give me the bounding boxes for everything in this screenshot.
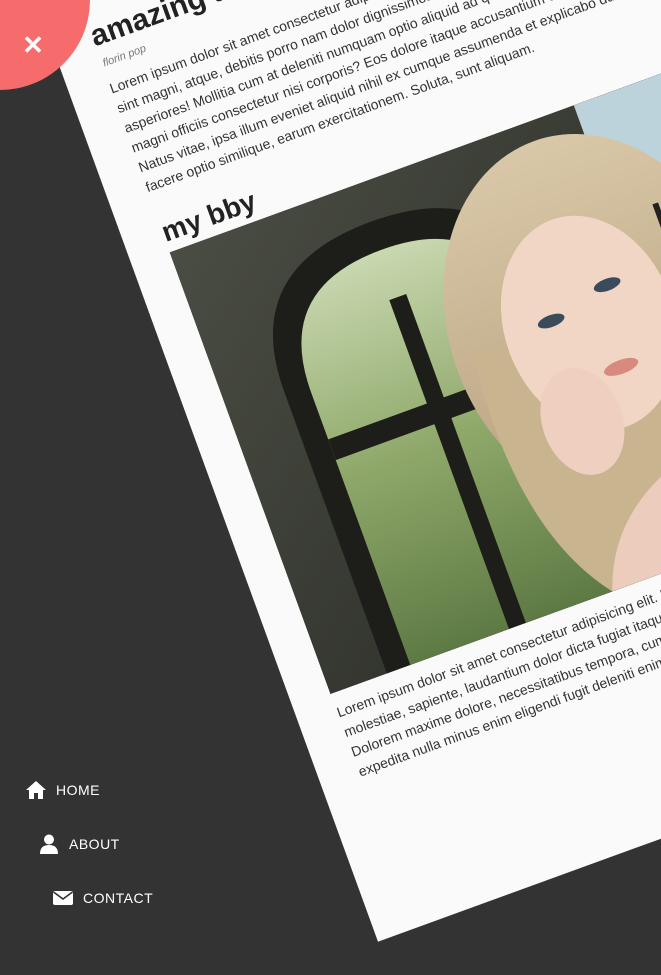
- close-icon: ✕: [22, 30, 44, 60]
- nav-item-label: HOME: [56, 782, 100, 798]
- home-icon: [25, 780, 47, 800]
- nav-item-about[interactable]: ABOUT: [38, 834, 120, 854]
- nav-item-contact[interactable]: CONTACT: [52, 888, 153, 908]
- page: amazing article florin pop Lorem ipsum d…: [0, 0, 661, 975]
- nav-item-label: ABOUT: [69, 836, 120, 852]
- article-card: amazing article florin pop Lorem ipsum d…: [36, 0, 661, 942]
- envelope-icon: [52, 888, 74, 908]
- user-icon: [38, 834, 60, 854]
- nav-item-label: CONTACT: [83, 890, 154, 906]
- nav-item-home[interactable]: HOME: [25, 780, 100, 800]
